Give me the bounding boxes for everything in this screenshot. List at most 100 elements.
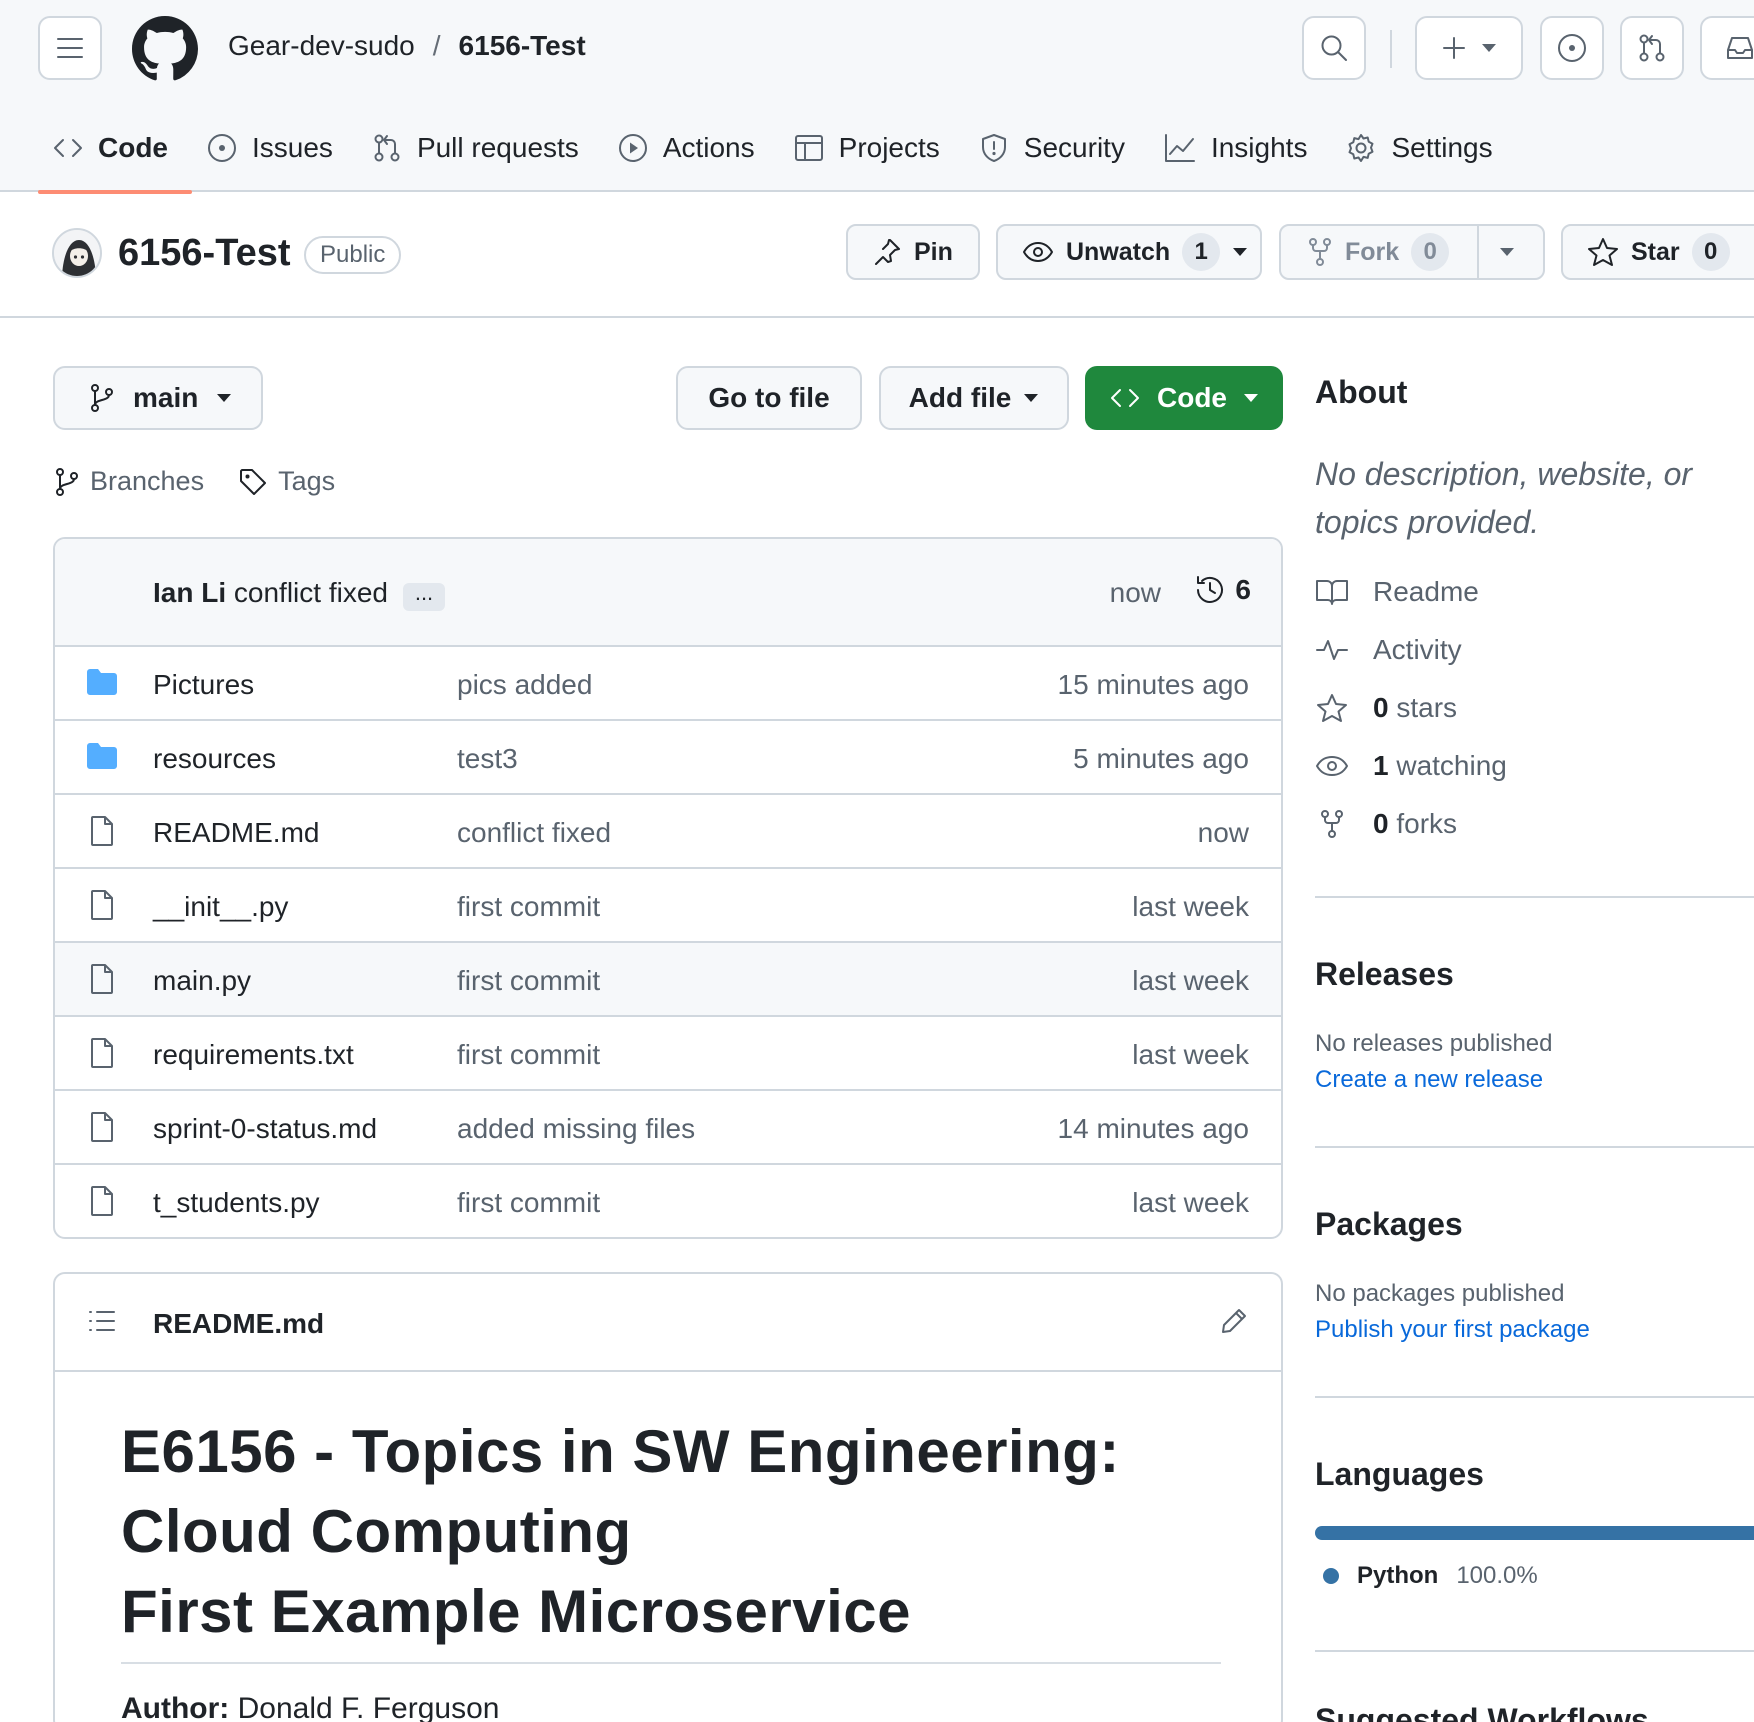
- avatar[interactable]: [52, 228, 102, 278]
- file-commit-message[interactable]: pics added: [457, 669, 592, 701]
- releases-title[interactable]: Releases: [1315, 956, 1454, 993]
- unwatch-button[interactable]: Unwatch 1: [996, 224, 1262, 280]
- latest-commit-text: Ian Li conflict fixed: [153, 577, 388, 609]
- tab-label: Settings: [1391, 132, 1493, 163]
- file-row[interactable]: sprint-0-status.md added missing files 14 …: [55, 1091, 1281, 1165]
- file-commit-message[interactable]: first commit: [457, 1187, 600, 1219]
- menu-button[interactable]: [38, 16, 102, 80]
- language-name: Python: [1357, 1562, 1439, 1589]
- tab-insights[interactable]: Insights: [1149, 112, 1332, 192]
- fork-button[interactable]: Fork 0: [1281, 226, 1477, 278]
- file-commit-message[interactable]: first commit: [457, 1039, 600, 1071]
- language-percent: 100.0%: [1456, 1562, 1538, 1589]
- commit-ellipsis-button[interactable]: ...: [403, 582, 445, 611]
- tab-label: Pull requests: [416, 132, 579, 163]
- forks-link[interactable]: 0 forks: [1315, 808, 1457, 840]
- file-name[interactable]: Pictures: [153, 669, 254, 701]
- file-commit-message[interactable]: first commit: [457, 891, 600, 923]
- packages-title[interactable]: Packages: [1315, 1206, 1463, 1243]
- file-directory-icon: [87, 669, 117, 695]
- forks-text: 0 forks: [1373, 808, 1457, 840]
- commit-count: 6: [1235, 574, 1251, 605]
- branches-link[interactable]: Branches: [54, 466, 204, 497]
- file-name[interactable]: __init__.py: [153, 891, 288, 923]
- branch-selector[interactable]: main: [53, 366, 263, 430]
- file-icon: [91, 1186, 113, 1216]
- fork-label: Fork: [1345, 237, 1400, 266]
- file-commit-message[interactable]: test3: [457, 743, 518, 775]
- readme-title[interactable]: README.md: [153, 1308, 324, 1340]
- repo-name[interactable]: 6156-Test: [118, 232, 291, 275]
- go-to-file-label: Go to file: [708, 382, 830, 413]
- github-logo-icon[interactable]: [132, 16, 198, 82]
- tags-link[interactable]: Tags: [238, 466, 335, 497]
- forks-label: forks: [1388, 808, 1458, 839]
- file-row[interactable]: README.md conflict fixed now: [55, 795, 1281, 869]
- file-name[interactable]: sprint-0-status.md: [153, 1113, 377, 1145]
- file-date: 14 minutes ago: [1057, 1113, 1249, 1144]
- gear-icon: [1348, 134, 1374, 162]
- activity-link[interactable]: Activity: [1315, 634, 1462, 666]
- tab-label: Issues: [252, 132, 333, 163]
- breadcrumb-repo[interactable]: 6156-Test: [459, 30, 586, 62]
- file-name[interactable]: t_students.py: [153, 1187, 320, 1219]
- create-release-link[interactable]: Create a new release: [1315, 1066, 1543, 1094]
- code-button[interactable]: Code: [1085, 366, 1283, 430]
- inbox-button[interactable]: [1700, 16, 1754, 80]
- shield-icon: [981, 134, 1006, 162]
- star-icon: [1588, 238, 1618, 266]
- pencil-icon[interactable]: [1219, 1306, 1249, 1336]
- readme-heading-line: First Example Microservice: [121, 1578, 912, 1645]
- commit-author[interactable]: Ian Li: [153, 577, 226, 608]
- commit-message[interactable]: conflict fixed: [234, 577, 388, 608]
- book-icon: [1316, 580, 1348, 605]
- file-row[interactable]: requirements.txt first commit last week: [55, 1017, 1281, 1091]
- code-icon: [54, 139, 82, 157]
- tab-projects[interactable]: Projects: [779, 112, 964, 192]
- play-icon: [618, 134, 647, 162]
- star-button[interactable]: Star 0: [1561, 224, 1754, 280]
- pull-requests-button[interactable]: [1620, 16, 1684, 80]
- tab-issues[interactable]: Issues: [192, 112, 357, 192]
- tab-actions[interactable]: Actions: [603, 112, 779, 192]
- file-commit-message[interactable]: first commit: [457, 965, 600, 997]
- tab-code[interactable]: Code: [38, 112, 192, 194]
- sidebar-divider: [1315, 1396, 1754, 1398]
- watching-link[interactable]: 1 watching: [1315, 750, 1507, 782]
- go-to-file-button[interactable]: Go to file: [676, 366, 862, 430]
- file-name[interactable]: resources: [153, 743, 276, 775]
- add-file-button[interactable]: Add file: [879, 366, 1069, 430]
- file-commit-message[interactable]: conflict fixed: [457, 817, 611, 849]
- author-name: Donald F. Ferguson: [229, 1692, 500, 1722]
- file-row[interactable]: t_students.py first commit last week: [55, 1165, 1281, 1237]
- breadcrumb-owner[interactable]: Gear-dev-sudo: [228, 30, 415, 62]
- create-new-button[interactable]: [1415, 16, 1523, 80]
- file-row[interactable]: main.py first commit last week: [55, 943, 1281, 1017]
- heading-divider: [121, 1662, 1221, 1664]
- pulse-icon: [1316, 640, 1348, 660]
- file-name[interactable]: main.py: [153, 965, 251, 997]
- fork-dropdown[interactable]: [1477, 226, 1535, 278]
- triangle-down-icon: [217, 394, 232, 402]
- file-row[interactable]: resources test3 5 minutes ago: [55, 721, 1281, 795]
- stars-link[interactable]: 0 stars: [1315, 692, 1457, 724]
- file-row[interactable]: __init__.py first commit last week: [55, 869, 1281, 943]
- list-unordered-icon[interactable]: [87, 1306, 117, 1336]
- readme-link[interactable]: Readme: [1315, 576, 1479, 608]
- search-button[interactable]: [1302, 16, 1366, 80]
- file-directory-icon: [87, 743, 117, 769]
- language-item-python[interactable]: Python 100.0%: [1323, 1562, 1538, 1590]
- issues-button[interactable]: [1540, 16, 1604, 80]
- file-row[interactable]: Pictures pics added 15 minutes ago: [55, 647, 1281, 721]
- tab-settings[interactable]: Settings: [1331, 112, 1516, 192]
- commit-history-link[interactable]: 6: [1193, 573, 1251, 607]
- add-file-label: Add file: [908, 382, 1012, 413]
- file-name[interactable]: README.md: [153, 817, 319, 849]
- file-commit-message[interactable]: added missing files: [457, 1113, 695, 1145]
- star-label: Star: [1631, 237, 1680, 266]
- tab-security[interactable]: Security: [964, 112, 1149, 192]
- publish-package-link[interactable]: Publish your first package: [1315, 1316, 1590, 1344]
- pin-button[interactable]: Pin: [846, 224, 980, 280]
- file-name[interactable]: requirements.txt: [153, 1039, 354, 1071]
- tab-pull-requests[interactable]: Pull requests: [357, 112, 603, 192]
